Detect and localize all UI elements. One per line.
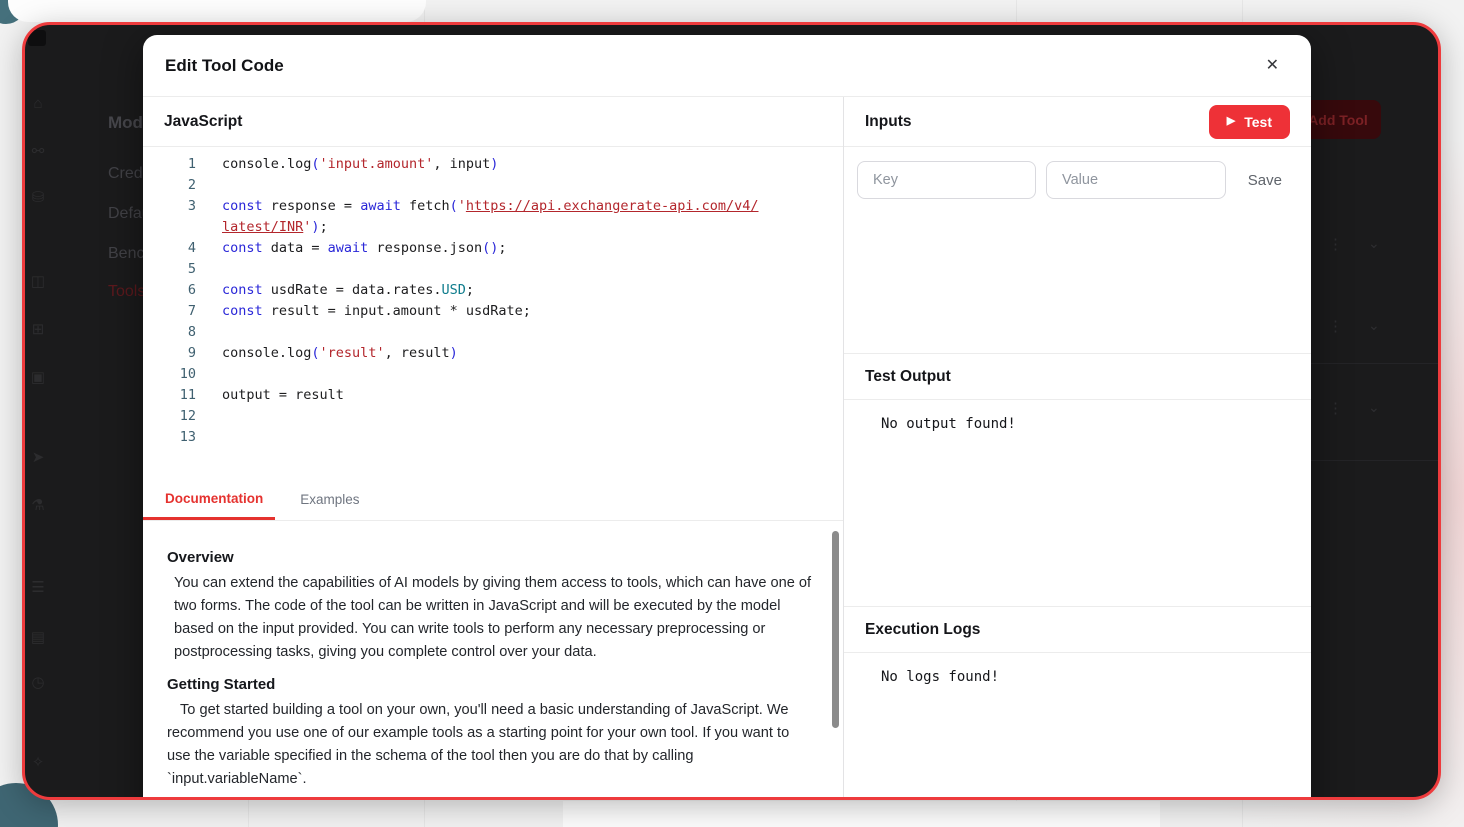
execution-logs-content: No logs found! (844, 653, 1311, 800)
code-text: output = result (196, 385, 344, 406)
code-line: 8 (143, 322, 843, 343)
app-window: ⌂⚯⛁◫⊞▣➤⚗☰▤◷✧ ModelsCredentialsDefaultsBe… (22, 22, 1441, 800)
line-number: 1 (143, 154, 196, 175)
menu-icon[interactable]: ☰ (27, 579, 49, 597)
chevron-down-icon[interactable]: ⌄ (1368, 317, 1380, 334)
tab-examples[interactable]: Examples (275, 479, 384, 520)
line-number: 9 (143, 343, 196, 364)
line-number: 11 (143, 385, 196, 406)
code-line: 11output = result (143, 385, 843, 406)
code-line: latest/INR'); (143, 217, 843, 238)
package-icon[interactable]: ◫ (27, 273, 49, 291)
line-number: 6 (143, 280, 196, 301)
code-line: 3const response = await fetch('https://a… (143, 196, 843, 217)
modal-header: Edit Tool Code ✕ (143, 35, 1311, 97)
doc-paragraph: To get started building a tool on your o… (167, 699, 813, 791)
code-line: 7const result = input.amount * usdRate; (143, 301, 843, 322)
app-logo (28, 30, 46, 46)
code-text (196, 406, 230, 427)
line-number: 8 (143, 322, 196, 343)
doc-paragraph: You can extend the capabilities of AI mo… (174, 572, 813, 664)
home-icon[interactable]: ⌂ (27, 95, 49, 113)
rocket-icon[interactable]: ➤ (27, 449, 49, 467)
workflow-icon[interactable]: ⚯ (27, 143, 49, 161)
value-input[interactable] (1046, 161, 1226, 199)
inputs-header: Inputs ▶ Test (844, 97, 1311, 147)
code-line: 10 (143, 364, 843, 385)
modal-title: Edit Tool Code (165, 56, 284, 76)
chevron-down-icon[interactable]: ⌄ (1368, 235, 1380, 252)
tab-documentation[interactable]: Documentation (143, 479, 275, 520)
card-separator (1311, 363, 1438, 364)
line-number: 13 (143, 427, 196, 448)
flask-icon[interactable]: ⚗ (27, 497, 49, 515)
doc-section-heading: Overview (167, 549, 813, 566)
test-output-heading: Test Output (844, 353, 1311, 400)
inputs-form: Save (844, 147, 1311, 353)
background-card (8, 0, 426, 22)
code-text: const result = input.amount * usdRate; (196, 301, 531, 322)
apps-icon[interactable]: ⊞ (27, 321, 49, 339)
code-line: 4const data = await response.json(); (143, 238, 843, 259)
code-text (196, 427, 230, 448)
code-text: const response = await fetch('https://ap… (196, 196, 759, 217)
execution-logs-heading: Execution Logs (844, 606, 1311, 653)
close-icon[interactable]: ✕ (1262, 54, 1283, 78)
chevron-down-icon[interactable]: ⌄ (1368, 399, 1380, 416)
code-editor[interactable]: 1console.log('input.amount', input)2 3co… (143, 147, 843, 479)
test-column: Inputs ▶ Test Save Test Output No output… (844, 97, 1311, 800)
code-text: console.log('input.amount', input) (196, 154, 498, 175)
editor-column: JavaScript 1console.log('input.amount', … (143, 97, 844, 800)
card-separator (1311, 460, 1438, 461)
clock-icon[interactable]: ◷ (27, 674, 49, 692)
sidebar-item-tools[interactable]: Tools (108, 283, 145, 301)
code-line: 2 (143, 175, 843, 196)
kebab-menu-icon[interactable]: ⋮ (1328, 399, 1343, 417)
code-text: latest/INR'); (196, 217, 328, 238)
line-number: 4 (143, 238, 196, 259)
line-number: 5 (143, 259, 196, 280)
line-number (143, 217, 196, 238)
line-number: 2 (143, 175, 196, 196)
line-number: 7 (143, 301, 196, 322)
line-number: 10 (143, 364, 196, 385)
code-line: 6const usdRate = data.rates.USD; (143, 280, 843, 301)
report-icon[interactable]: ▤ (27, 629, 49, 647)
graph-icon[interactable]: ✧ (27, 754, 49, 772)
code-line: 5 (143, 259, 843, 280)
documentation-panel[interactable]: Overview You can extend the capabilities … (143, 521, 843, 800)
code-text: const data = await response.json(); (196, 238, 507, 259)
line-number: 12 (143, 406, 196, 427)
save-button[interactable]: Save (1248, 161, 1282, 199)
editor-language-label: JavaScript (143, 97, 843, 147)
code-line: 13 (143, 427, 843, 448)
code-text (196, 364, 230, 385)
key-input[interactable] (857, 161, 1036, 199)
line-number: 3 (143, 196, 196, 217)
code-line: 1console.log('input.amount', input) (143, 154, 843, 175)
documentation-content: Overview You can extend the capabilities … (167, 549, 813, 800)
docs-tab-bar: Documentation Examples (143, 479, 843, 521)
inputs-heading: Inputs (865, 113, 912, 131)
scrollbar-thumb[interactable] (832, 531, 839, 728)
modal-body: JavaScript 1console.log('input.amount', … (143, 97, 1311, 800)
kebab-menu-icon[interactable]: ⋮ (1328, 317, 1343, 335)
database-icon[interactable]: ⛁ (27, 189, 49, 207)
background-card (563, 801, 1160, 827)
blocks-icon[interactable]: ▣ (27, 369, 49, 387)
kebab-menu-icon[interactable]: ⋮ (1328, 235, 1343, 253)
code-text: console.log('result', result) (196, 343, 458, 364)
code-text (196, 175, 230, 196)
code-line: 9console.log('result', result) (143, 343, 843, 364)
edit-tool-code-modal: Edit Tool Code ✕ JavaScript 1console.log… (143, 35, 1311, 800)
play-icon: ▶ (1227, 116, 1235, 127)
test-button[interactable]: ▶ Test (1209, 105, 1290, 139)
code-text: const usdRate = data.rates.USD; (196, 280, 474, 301)
code-line: 12 (143, 406, 843, 427)
doc-section-heading: Getting Started (167, 676, 813, 693)
code-text (196, 322, 230, 343)
test-button-label: Test (1244, 114, 1272, 130)
code-text (196, 259, 230, 280)
test-output-content: No output found! (844, 400, 1311, 606)
